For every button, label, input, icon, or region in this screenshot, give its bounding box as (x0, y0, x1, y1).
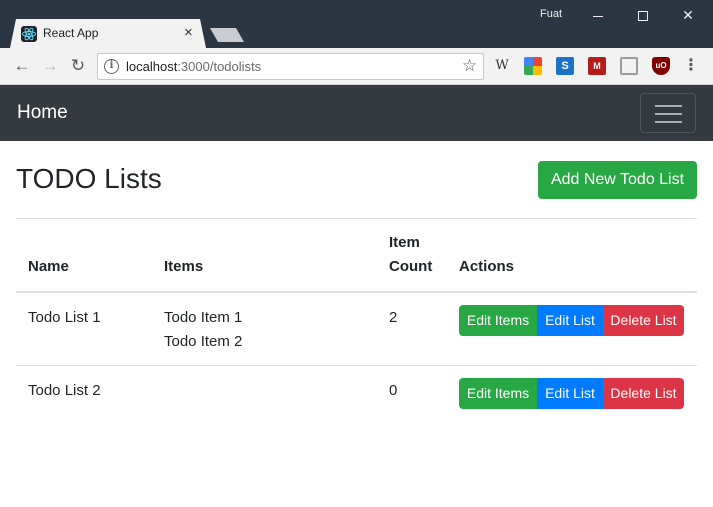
window-close-icon[interactable]: ✕ (668, 0, 708, 30)
url-path: :3000/todolists (177, 59, 262, 74)
reload-icon[interactable]: ↻ (68, 56, 88, 76)
delete-list-button[interactable]: Delete List (603, 378, 684, 409)
profile-name[interactable]: Fuat (540, 8, 562, 20)
s-extension-icon[interactable]: S (556, 57, 574, 75)
list-item: Todo Item 1 (164, 309, 243, 326)
url-host: localhost (126, 59, 178, 74)
app-navbar: Home (0, 85, 713, 141)
navbar-brand[interactable]: Home (17, 102, 68, 124)
chrome-menu-icon[interactable]: ⋮ (683, 55, 699, 75)
edit-items-button[interactable]: Edit Items (459, 378, 537, 409)
hamburger-icon-line (655, 113, 682, 115)
minimize-icon[interactable] (578, 0, 618, 30)
address-bar[interactable]: i localhost:3000/todolists ☆ (97, 53, 484, 80)
back-arrow-icon[interactable]: ← (12, 56, 32, 76)
hamburger-icon-line (655, 121, 682, 123)
edit-list-button[interactable]: Edit List (537, 305, 603, 336)
new-tab-button[interactable] (210, 28, 244, 42)
google-extension-icon[interactable] (524, 57, 542, 75)
list-name-cell: Todo List 2 (28, 382, 101, 399)
column-header-actions: Actions (459, 258, 515, 275)
browser-toolbar: ← → ↻ i localhost:3000/todolists ☆ W S M… (0, 48, 713, 85)
navbar-toggler-button[interactable] (640, 93, 696, 133)
tab-title: React App (43, 26, 99, 40)
column-header-item-count: Item Count (389, 234, 433, 275)
delete-list-button[interactable]: Delete List (603, 305, 684, 336)
maximize-icon[interactable] (623, 0, 663, 30)
column-header-name: Name (28, 258, 69, 275)
table-row-border (16, 365, 697, 366)
bookmark-star-icon[interactable]: ☆ (462, 56, 477, 76)
divider (16, 218, 697, 219)
browser-titlebar: React App × Fuat ✕ (0, 0, 713, 48)
cast-extension-icon[interactable] (620, 57, 638, 75)
url-text[interactable]: localhost:3000/todolists (126, 59, 261, 74)
forward-arrow-icon[interactable]: → (40, 56, 60, 76)
list-name-cell: Todo List 1 (28, 309, 101, 326)
edit-list-button[interactable]: Edit List (537, 378, 603, 409)
item-count-cell: 0 (389, 382, 398, 399)
add-todo-list-button[interactable]: Add New Todo List (538, 161, 697, 199)
tab-close-icon[interactable]: × (184, 24, 193, 42)
list-item: Todo Item 2 (164, 333, 243, 350)
column-header-items: Items (164, 258, 204, 275)
edit-items-button[interactable]: Edit Items (459, 305, 537, 336)
item-count-cell: 2 (389, 309, 398, 326)
page-title: TODO Lists (16, 163, 162, 194)
wikipedia-extension-icon[interactable]: W (493, 57, 511, 75)
table-header-border (16, 291, 697, 293)
info-icon[interactable]: i (104, 59, 119, 74)
react-logo-icon (21, 26, 37, 42)
mendeley-extension-icon[interactable]: M (588, 57, 606, 75)
browser-tab[interactable]: React App × (10, 19, 206, 48)
ublock-extension-icon[interactable]: uO (652, 57, 670, 75)
hamburger-icon-line (655, 105, 682, 107)
